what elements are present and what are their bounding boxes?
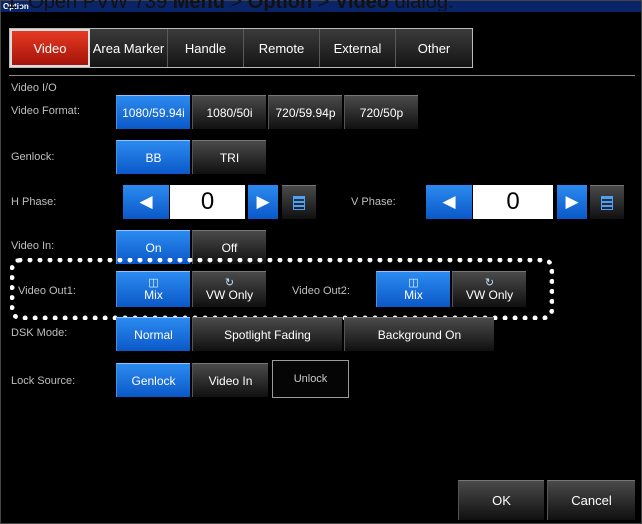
h-phase-label: H Phase: [11,196,57,208]
video-in-on-button[interactable]: On [116,230,190,264]
dsk-mode-normal-button[interactable]: Normal [116,317,190,351]
video-format-label: Video Format: [11,105,80,117]
lock-source-genlock-button[interactable]: Genlock [116,363,190,397]
video-format-720-5994p[interactable]: 720/59.94p [268,95,342,129]
tab-bar: Video Area Marker Handle Remote External… [9,28,473,68]
tab-area-marker[interactable]: Area Marker [90,29,168,67]
video-in-label: Video In: [11,240,55,252]
instruction-arrow-1: > [224,0,248,11]
video-format-1080-5994i[interactable]: 1080/59.94i [116,95,190,129]
video-out2-label: Video Out2: [292,285,350,297]
tab-external[interactable]: External [320,29,396,67]
video-out1-vw-only-label: VW Only [205,288,254,302]
dsk-mode-label: DSK Mode: [11,327,68,339]
h-phase-value[interactable]: 0 [170,185,245,219]
video-out1-mix-button[interactable]: ◫ Mix [116,271,190,307]
separator-top [9,75,635,76]
genlock-label: Genlock: [11,151,55,163]
tab-handle[interactable]: Handle [168,29,244,67]
option-dialog: Option Video Area Marker Handle Remote E… [0,0,642,524]
cancel-button[interactable]: Cancel [547,480,635,520]
video-out1-label: Video Out1: [18,285,76,297]
h-phase-calculator-icon[interactable] [282,185,316,219]
genlock-tri-button[interactable]: TRI [192,140,266,174]
h-phase-right-arrow-icon[interactable]: ▶ [248,185,278,219]
video-out2-vw-only-button[interactable]: ↻ VW Only [452,271,526,307]
v-phase-left-arrow-icon[interactable]: ◀ [426,185,472,219]
video-format-720-50p[interactable]: 720/50p [344,95,418,129]
video-out2-mix-button[interactable]: ◫ Mix [376,271,450,307]
lock-source-label: Lock Source: [11,375,76,387]
instruction-option: Option [247,0,313,11]
section-video-io: Video I/O [11,82,57,94]
dsk-mode-spotlight-fading-button[interactable]: Spotlight Fading [192,317,342,351]
lock-source-unlock-button[interactable]: Unlock [272,360,349,398]
instruction-prefix: 1. Open PVW 739 [6,0,173,11]
instruction-menu: Menu [172,0,225,11]
dsk-mode-background-on-button[interactable]: Background On [344,317,494,351]
video-out2-vw-only-label: VW Only [465,288,514,302]
video-out2-mix-label: Mix [404,288,423,302]
instruction-video: Video [335,0,390,11]
instruction-suffix: dialog. [389,0,454,11]
video-out1-mix-label: Mix [144,288,163,302]
genlock-bb-button[interactable]: BB [116,140,190,174]
video-in-off-button[interactable]: Off [192,230,266,264]
v-phase-right-arrow-icon[interactable]: ▶ [557,185,587,219]
video-format-1080-50i[interactable]: 1080/50i [192,95,266,129]
tab-video[interactable]: Video [10,29,90,67]
lock-source-video-in-button[interactable]: Video In [192,363,268,397]
instruction-text: 1. Open PVW 739 Menu > Option > Video di… [6,0,642,11]
ok-button[interactable]: OK [458,480,544,520]
tab-other[interactable]: Other [396,29,472,67]
v-phase-calculator-icon[interactable] [590,185,624,219]
video-out1-vw-only-button[interactable]: ↻ VW Only [192,271,266,307]
v-phase-label: V Phase: [351,196,396,208]
v-phase-value[interactable]: 0 [473,185,553,219]
instruction-arrow-2: > [312,0,336,11]
h-phase-left-arrow-icon[interactable]: ◀ [123,185,169,219]
tab-remote[interactable]: Remote [244,29,320,67]
